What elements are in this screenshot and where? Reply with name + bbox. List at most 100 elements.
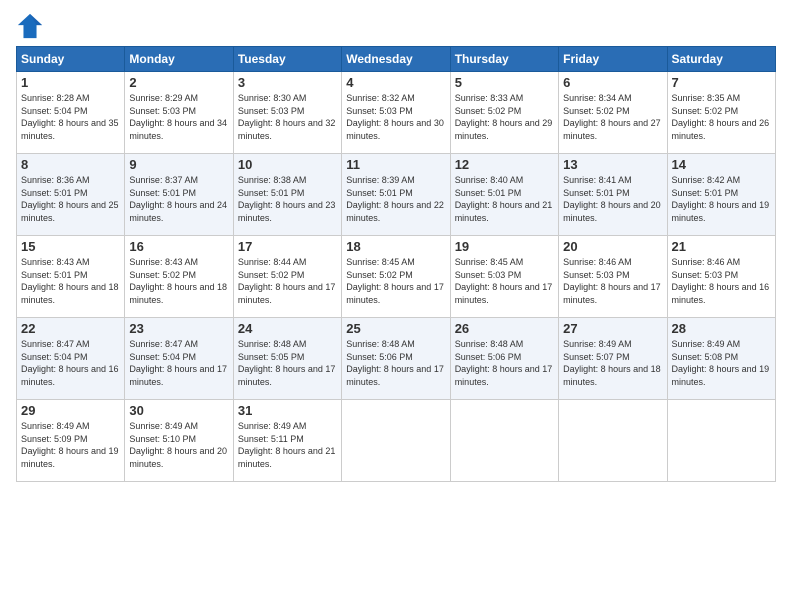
cell-content: Sunrise: 8:49 AMSunset: 5:09 PMDaylight:… <box>21 420 120 470</box>
day-number: 14 <box>672 157 771 172</box>
day-number: 12 <box>455 157 554 172</box>
day-number: 9 <box>129 157 228 172</box>
weekday-saturday: Saturday <box>667 47 775 72</box>
cell-content: Sunrise: 8:49 AMSunset: 5:08 PMDaylight:… <box>672 338 771 388</box>
calendar-table: SundayMondayTuesdayWednesdayThursdayFrid… <box>16 46 776 482</box>
cell-content: Sunrise: 8:37 AMSunset: 5:01 PMDaylight:… <box>129 174 228 224</box>
logo <box>16 12 48 40</box>
calendar-cell: 7 Sunrise: 8:35 AMSunset: 5:02 PMDaylight… <box>667 72 775 154</box>
cell-content: Sunrise: 8:45 AMSunset: 5:02 PMDaylight:… <box>346 256 445 306</box>
calendar-cell: 16 Sunrise: 8:43 AMSunset: 5:02 PMDayligh… <box>125 236 233 318</box>
day-number: 16 <box>129 239 228 254</box>
calendar-cell: 8 Sunrise: 8:36 AMSunset: 5:01 PMDaylight… <box>17 154 125 236</box>
calendar-cell: 13 Sunrise: 8:41 AMSunset: 5:01 PMDayligh… <box>559 154 667 236</box>
day-number: 11 <box>346 157 445 172</box>
day-number: 31 <box>238 403 337 418</box>
cell-content: Sunrise: 8:44 AMSunset: 5:02 PMDaylight:… <box>238 256 337 306</box>
cell-content: Sunrise: 8:36 AMSunset: 5:01 PMDaylight:… <box>21 174 120 224</box>
cell-content: Sunrise: 8:42 AMSunset: 5:01 PMDaylight:… <box>672 174 771 224</box>
cell-content: Sunrise: 8:41 AMSunset: 5:01 PMDaylight:… <box>563 174 662 224</box>
day-number: 6 <box>563 75 662 90</box>
day-number: 19 <box>455 239 554 254</box>
calendar-cell: 12 Sunrise: 8:40 AMSunset: 5:01 PMDayligh… <box>450 154 558 236</box>
day-number: 23 <box>129 321 228 336</box>
calendar-cell: 27 Sunrise: 8:49 AMSunset: 5:07 PMDayligh… <box>559 318 667 400</box>
day-number: 4 <box>346 75 445 90</box>
calendar-cell <box>559 400 667 482</box>
day-number: 17 <box>238 239 337 254</box>
day-number: 22 <box>21 321 120 336</box>
weekday-header: SundayMondayTuesdayWednesdayThursdayFrid… <box>17 47 776 72</box>
calendar-cell <box>342 400 450 482</box>
cell-content: Sunrise: 8:49 AMSunset: 5:07 PMDaylight:… <box>563 338 662 388</box>
cell-content: Sunrise: 8:45 AMSunset: 5:03 PMDaylight:… <box>455 256 554 306</box>
cell-content: Sunrise: 8:35 AMSunset: 5:02 PMDaylight:… <box>672 92 771 142</box>
calendar-cell: 29 Sunrise: 8:49 AMSunset: 5:09 PMDayligh… <box>17 400 125 482</box>
calendar-cell: 11 Sunrise: 8:39 AMSunset: 5:01 PMDayligh… <box>342 154 450 236</box>
calendar-cell: 23 Sunrise: 8:47 AMSunset: 5:04 PMDayligh… <box>125 318 233 400</box>
page: SundayMondayTuesdayWednesdayThursdayFrid… <box>0 0 792 612</box>
calendar-cell: 28 Sunrise: 8:49 AMSunset: 5:08 PMDayligh… <box>667 318 775 400</box>
day-number: 10 <box>238 157 337 172</box>
calendar-cell: 24Sunrise: 8:48 AMSunset: 5:05 PMDayligh… <box>233 318 341 400</box>
cell-content: Sunrise: 8:40 AMSunset: 5:01 PMDaylight:… <box>455 174 554 224</box>
day-number: 27 <box>563 321 662 336</box>
calendar-cell: 1 Sunrise: 8:28 AMSunset: 5:04 PMDaylight… <box>17 72 125 154</box>
day-number: 1 <box>21 75 120 90</box>
calendar-cell: 6 Sunrise: 8:34 AMSunset: 5:02 PMDaylight… <box>559 72 667 154</box>
week-row-2: 8 Sunrise: 8:36 AMSunset: 5:01 PMDaylight… <box>17 154 776 236</box>
calendar-cell: 25 Sunrise: 8:48 AMSunset: 5:06 PMDayligh… <box>342 318 450 400</box>
week-row-3: 15 Sunrise: 8:43 AMSunset: 5:01 PMDayligh… <box>17 236 776 318</box>
day-number: 2 <box>129 75 228 90</box>
day-number: 24 <box>238 321 337 336</box>
weekday-wednesday: Wednesday <box>342 47 450 72</box>
calendar-cell: 26Sunrise: 8:48 AMSunset: 5:06 PMDayligh… <box>450 318 558 400</box>
day-number: 8 <box>21 157 120 172</box>
calendar-cell: 30Sunrise: 8:49 AMSunset: 5:10 PMDayligh… <box>125 400 233 482</box>
day-number: 28 <box>672 321 771 336</box>
cell-content: Sunrise: 8:48 AMSunset: 5:06 PMDaylight:… <box>455 338 554 388</box>
weekday-friday: Friday <box>559 47 667 72</box>
logo-icon <box>16 12 44 40</box>
day-number: 15 <box>21 239 120 254</box>
calendar-cell: 3Sunrise: 8:30 AMSunset: 5:03 PMDaylight… <box>233 72 341 154</box>
day-number: 13 <box>563 157 662 172</box>
calendar-cell: 19 Sunrise: 8:45 AMSunset: 5:03 PMDayligh… <box>450 236 558 318</box>
calendar-cell: 17 Sunrise: 8:44 AMSunset: 5:02 PMDayligh… <box>233 236 341 318</box>
calendar-cell: 31 Sunrise: 8:49 AMSunset: 5:11 PMDayligh… <box>233 400 341 482</box>
day-number: 20 <box>563 239 662 254</box>
cell-content: Sunrise: 8:46 AMSunset: 5:03 PMDaylight:… <box>672 256 771 306</box>
day-number: 30 <box>129 403 228 418</box>
cell-content: Sunrise: 8:47 AMSunset: 5:04 PMDaylight:… <box>21 338 120 388</box>
calendar-cell: 14 Sunrise: 8:42 AMSunset: 5:01 PMDayligh… <box>667 154 775 236</box>
cell-content: Sunrise: 8:49 AMSunset: 5:11 PMDaylight:… <box>238 420 337 470</box>
calendar-cell: 2Sunrise: 8:29 AMSunset: 5:03 PMDaylight… <box>125 72 233 154</box>
day-number: 21 <box>672 239 771 254</box>
day-number: 5 <box>455 75 554 90</box>
calendar-cell: 9 Sunrise: 8:37 AMSunset: 5:01 PMDaylight… <box>125 154 233 236</box>
cell-content: Sunrise: 8:38 AMSunset: 5:01 PMDaylight:… <box>238 174 337 224</box>
cell-content: Sunrise: 8:43 AMSunset: 5:02 PMDaylight:… <box>129 256 228 306</box>
cell-content: Sunrise: 8:47 AMSunset: 5:04 PMDaylight:… <box>129 338 228 388</box>
header <box>16 12 776 40</box>
weekday-thursday: Thursday <box>450 47 558 72</box>
cell-content: Sunrise: 8:43 AMSunset: 5:01 PMDaylight:… <box>21 256 120 306</box>
calendar-body: 1 Sunrise: 8:28 AMSunset: 5:04 PMDaylight… <box>17 72 776 482</box>
cell-content: Sunrise: 8:39 AMSunset: 5:01 PMDaylight:… <box>346 174 445 224</box>
cell-content: Sunrise: 8:32 AMSunset: 5:03 PMDaylight:… <box>346 92 445 142</box>
cell-content: Sunrise: 8:28 AMSunset: 5:04 PMDaylight:… <box>21 92 120 142</box>
day-number: 25 <box>346 321 445 336</box>
calendar-cell <box>450 400 558 482</box>
week-row-1: 1 Sunrise: 8:28 AMSunset: 5:04 PMDaylight… <box>17 72 776 154</box>
cell-content: Sunrise: 8:34 AMSunset: 5:02 PMDaylight:… <box>563 92 662 142</box>
calendar-cell <box>667 400 775 482</box>
day-number: 29 <box>21 403 120 418</box>
calendar-cell: 18Sunrise: 8:45 AMSunset: 5:02 PMDayligh… <box>342 236 450 318</box>
week-row-5: 29 Sunrise: 8:49 AMSunset: 5:09 PMDayligh… <box>17 400 776 482</box>
cell-content: Sunrise: 8:46 AMSunset: 5:03 PMDaylight:… <box>563 256 662 306</box>
cell-content: Sunrise: 8:48 AMSunset: 5:06 PMDaylight:… <box>346 338 445 388</box>
day-number: 7 <box>672 75 771 90</box>
cell-content: Sunrise: 8:30 AMSunset: 5:03 PMDaylight:… <box>238 92 337 142</box>
calendar-cell: 4 Sunrise: 8:32 AMSunset: 5:03 PMDaylight… <box>342 72 450 154</box>
calendar-cell: 20 Sunrise: 8:46 AMSunset: 5:03 PMDayligh… <box>559 236 667 318</box>
